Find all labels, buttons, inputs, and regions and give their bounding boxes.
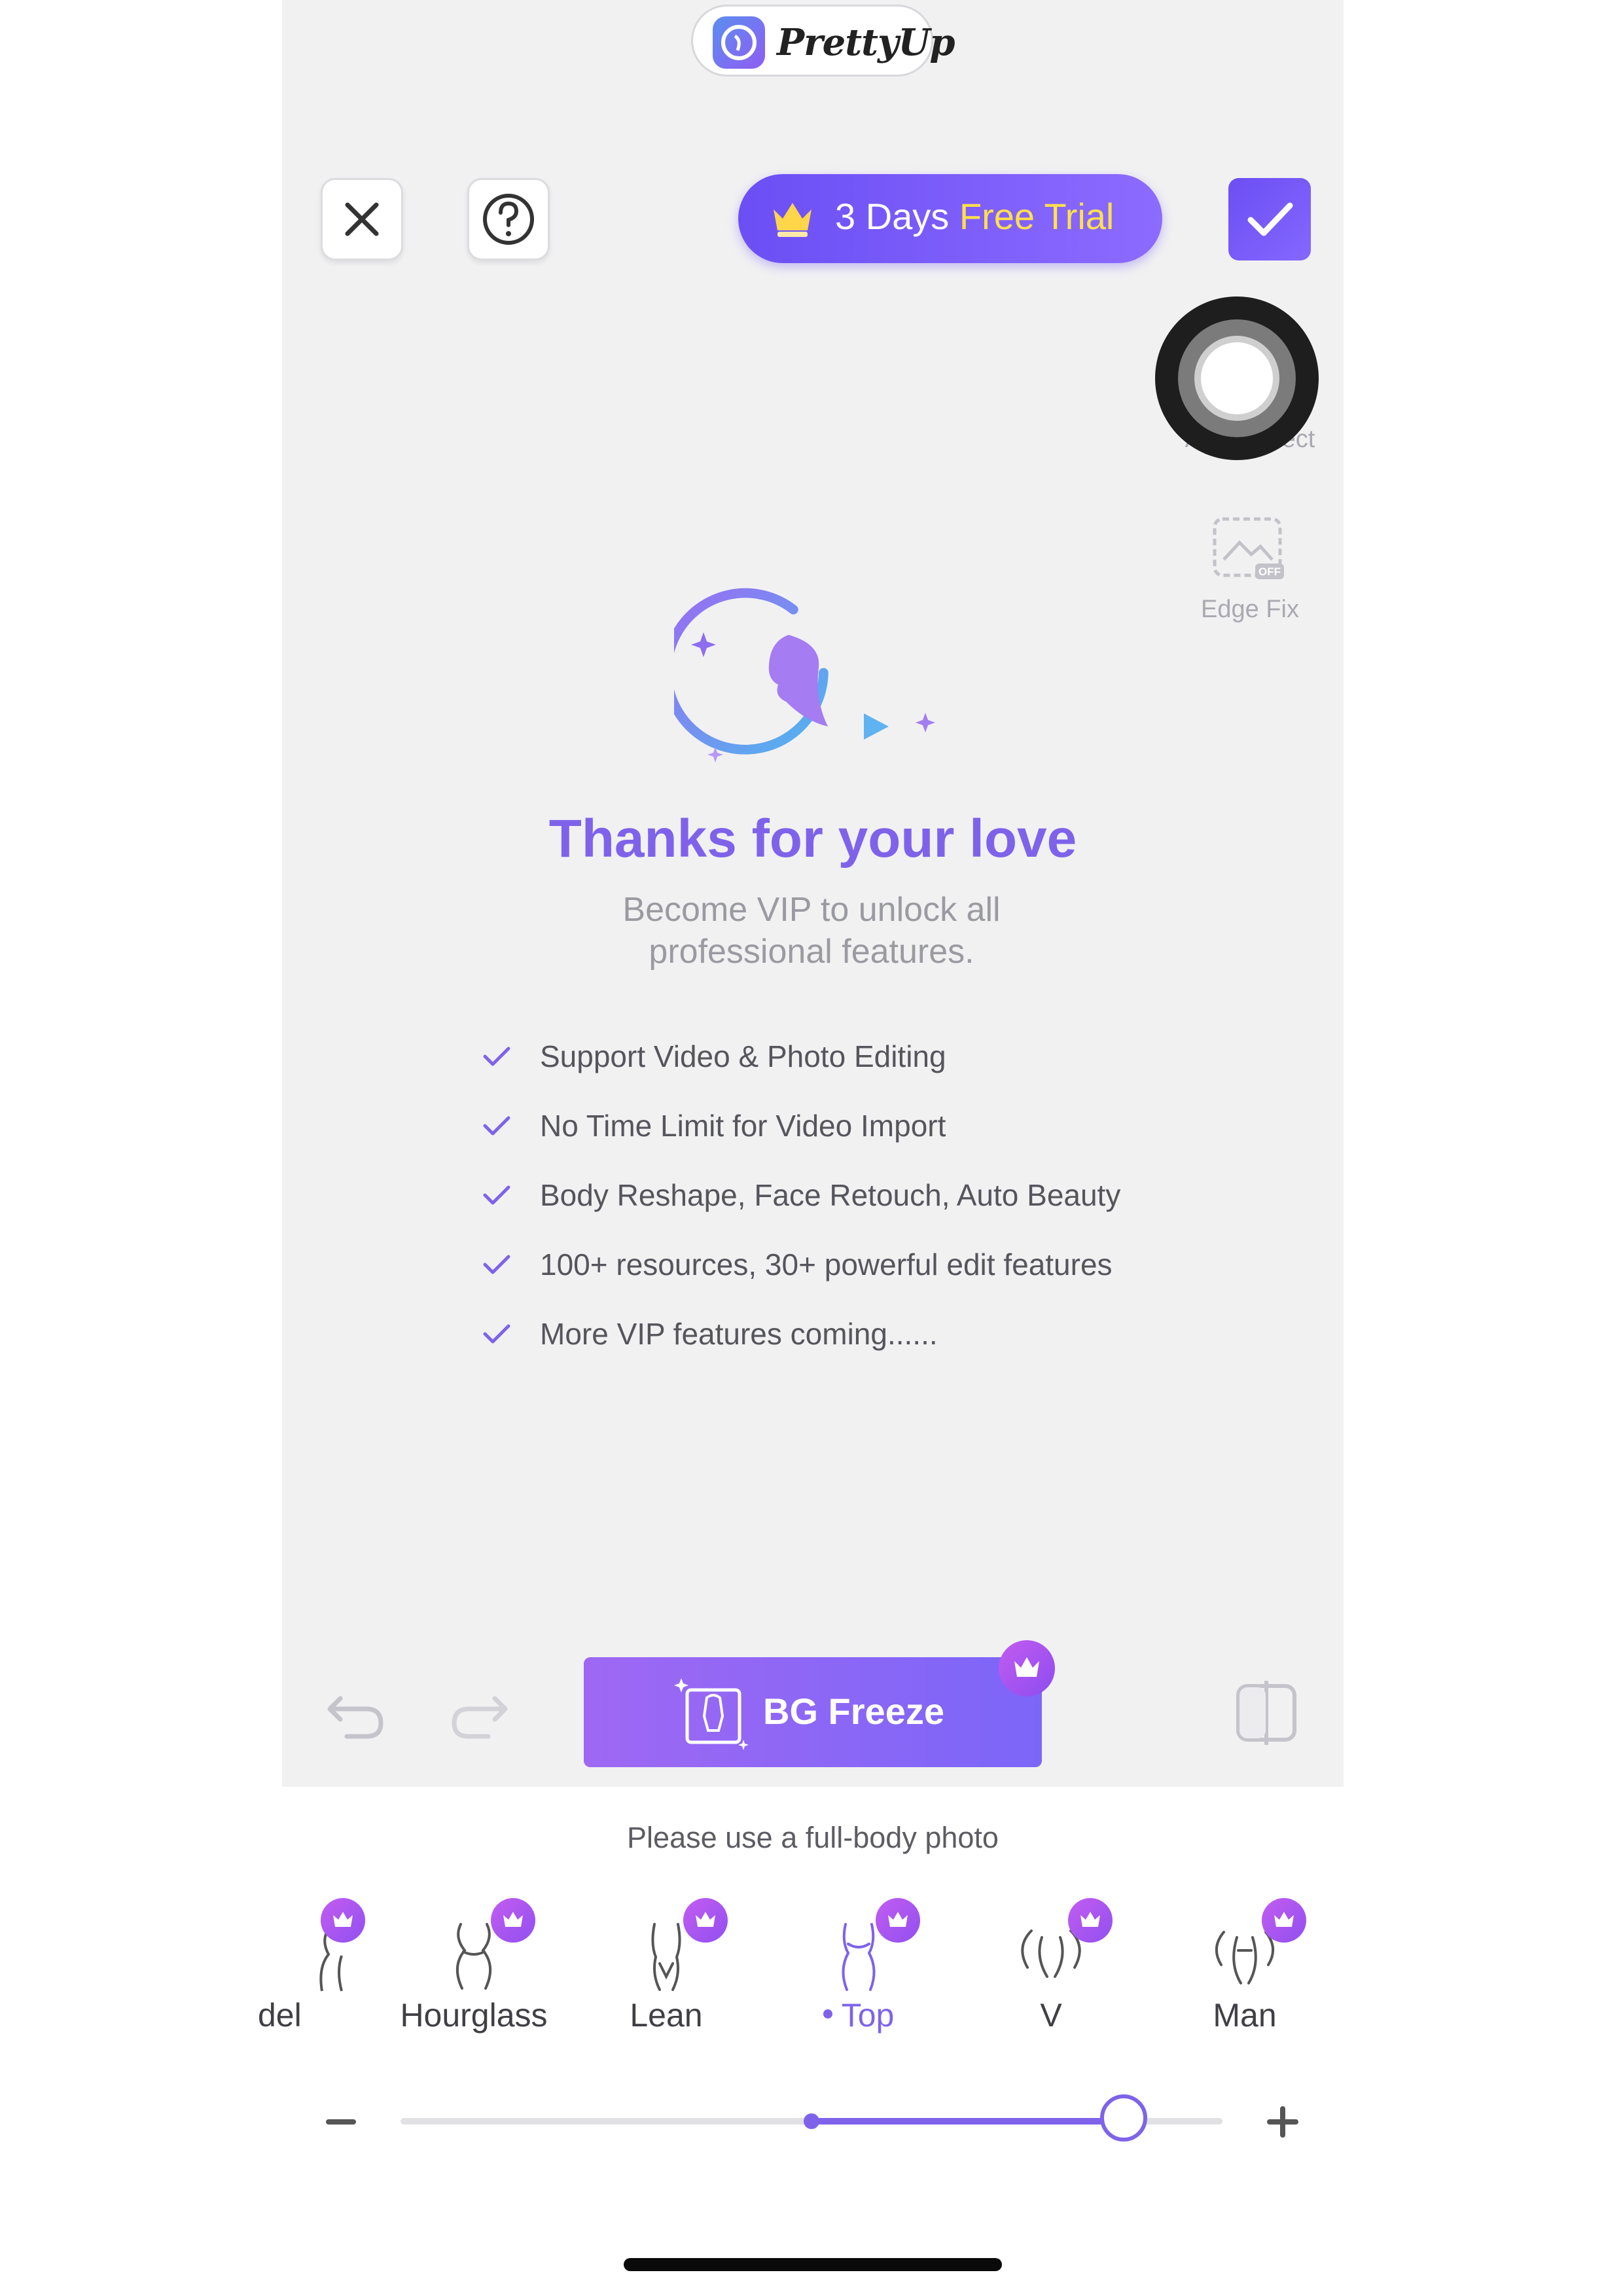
- preset-model[interactable]: del: [219, 1898, 389, 2042]
- preset-label: Man: [1213, 1997, 1277, 2034]
- edge-fix-off-badge: OFF: [1258, 565, 1281, 578]
- undo-icon[interactable]: [321, 1672, 393, 1744]
- close-button[interactable]: [321, 178, 403, 260]
- vip-crown-icon: [1068, 1898, 1113, 1943]
- feature-text: More VIP features coming......: [540, 1317, 938, 1351]
- preset-lean[interactable]: Lean: [581, 1898, 751, 2042]
- edge-fix-label: Edge Fix: [1201, 596, 1299, 623]
- home-indicator: [624, 2258, 1002, 2271]
- check-icon: [483, 1324, 510, 1344]
- plus-icon[interactable]: [1264, 2104, 1301, 2140]
- edge-fix-icon: OFF: [1213, 517, 1284, 579]
- prettyup-logo-icon: [713, 16, 765, 69]
- intensity-slider[interactable]: [401, 2094, 1222, 2142]
- bg-freeze-icon: [674, 1678, 749, 1750]
- feature-item: No Time Limit for Video Import: [481, 1106, 946, 1145]
- feature-text: Support Video & Photo Editing: [540, 1039, 946, 1073]
- assistive-touch-button[interactable]: [1155, 296, 1319, 460]
- close-icon: [345, 202, 379, 236]
- vip-crown-icon: [876, 1898, 920, 1943]
- free-trial-button[interactable]: 3 Days Free Trial: [738, 174, 1162, 263]
- feature-item: 100+ resources, 30+ powerful edit featur…: [481, 1245, 1113, 1284]
- assistive-touch-ring: [1178, 319, 1296, 437]
- assistive-touch-core: [1194, 336, 1279, 421]
- promo-subtitle: Become VIP to unlock all professional fe…: [622, 891, 1001, 971]
- vip-crown-icon: [491, 1898, 535, 1943]
- help-icon: [483, 194, 534, 245]
- trial-highlight-text: Free Trial: [959, 196, 1115, 237]
- check-icon: [483, 1255, 510, 1274]
- preset-v[interactable]: V: [966, 1898, 1136, 2042]
- preset-top[interactable]: Top: [774, 1898, 944, 2042]
- preset-hourglass[interactable]: Hourglass: [389, 1898, 559, 2042]
- check-icon: [483, 1047, 510, 1066]
- feature-text: 100+ resources, 30+ powerful edit featur…: [540, 1247, 1113, 1282]
- slider-fill: [812, 2118, 1124, 2125]
- trial-days-text: 3 Days: [835, 196, 950, 237]
- feature-item: Support Video & Photo Editing: [481, 1037, 946, 1076]
- vip-crown-icon: [1262, 1898, 1306, 1943]
- check-icon: [483, 1185, 510, 1205]
- vip-crown-icon: [999, 1640, 1055, 1696]
- crown-icon: [774, 203, 812, 237]
- edge-fix-button[interactable]: OFF: [1209, 514, 1288, 586]
- bg-freeze-button[interactable]: BG Freeze: [584, 1640, 1055, 1767]
- preset-label: Lean: [630, 1997, 703, 2034]
- vip-crown-icon: [683, 1898, 728, 1943]
- preset-label: Top: [774, 1996, 944, 2034]
- slider-origin-marker: [804, 2113, 819, 2129]
- brand-badge: PrettyUp: [691, 5, 955, 77]
- bg-freeze-label: BG Freeze: [763, 1691, 944, 1732]
- free-trial-label: 3 Days Free Trial: [835, 195, 1114, 238]
- full-body-hint: Please use a full-body photo: [627, 1821, 999, 1854]
- check-icon: [483, 1116, 510, 1136]
- brand-name: PrettyUp: [777, 21, 955, 64]
- compare-icon[interactable]: [1230, 1677, 1302, 1749]
- help-button[interactable]: [467, 178, 550, 260]
- vip-crown-icon: [321, 1898, 365, 1943]
- feature-text: No Time Limit for Video Import: [540, 1109, 946, 1143]
- preset-label: Hourglass: [400, 1997, 548, 2034]
- preset-label: V: [1040, 1997, 1062, 2034]
- minus-icon[interactable]: [323, 2108, 359, 2136]
- check-icon: [1247, 202, 1293, 236]
- redo-icon[interactable]: [442, 1672, 514, 1744]
- selected-dot: [823, 2009, 832, 2018]
- preset-label-text: Top: [841, 1997, 895, 2034]
- confirm-button[interactable]: [1228, 178, 1311, 260]
- feature-item: Body Reshape, Face Retouch, Auto Beauty: [481, 1175, 1120, 1215]
- slider-handle[interactable]: [1100, 2094, 1148, 2142]
- prettyup-promo-logo-icon: [674, 588, 935, 762]
- feature-text: Body Reshape, Face Retouch, Auto Beauty: [540, 1178, 1121, 1212]
- promo-title: Thanks for your love: [548, 809, 1077, 869]
- preset-man[interactable]: Man: [1160, 1898, 1330, 2042]
- feature-item: More VIP features coming......: [481, 1314, 938, 1354]
